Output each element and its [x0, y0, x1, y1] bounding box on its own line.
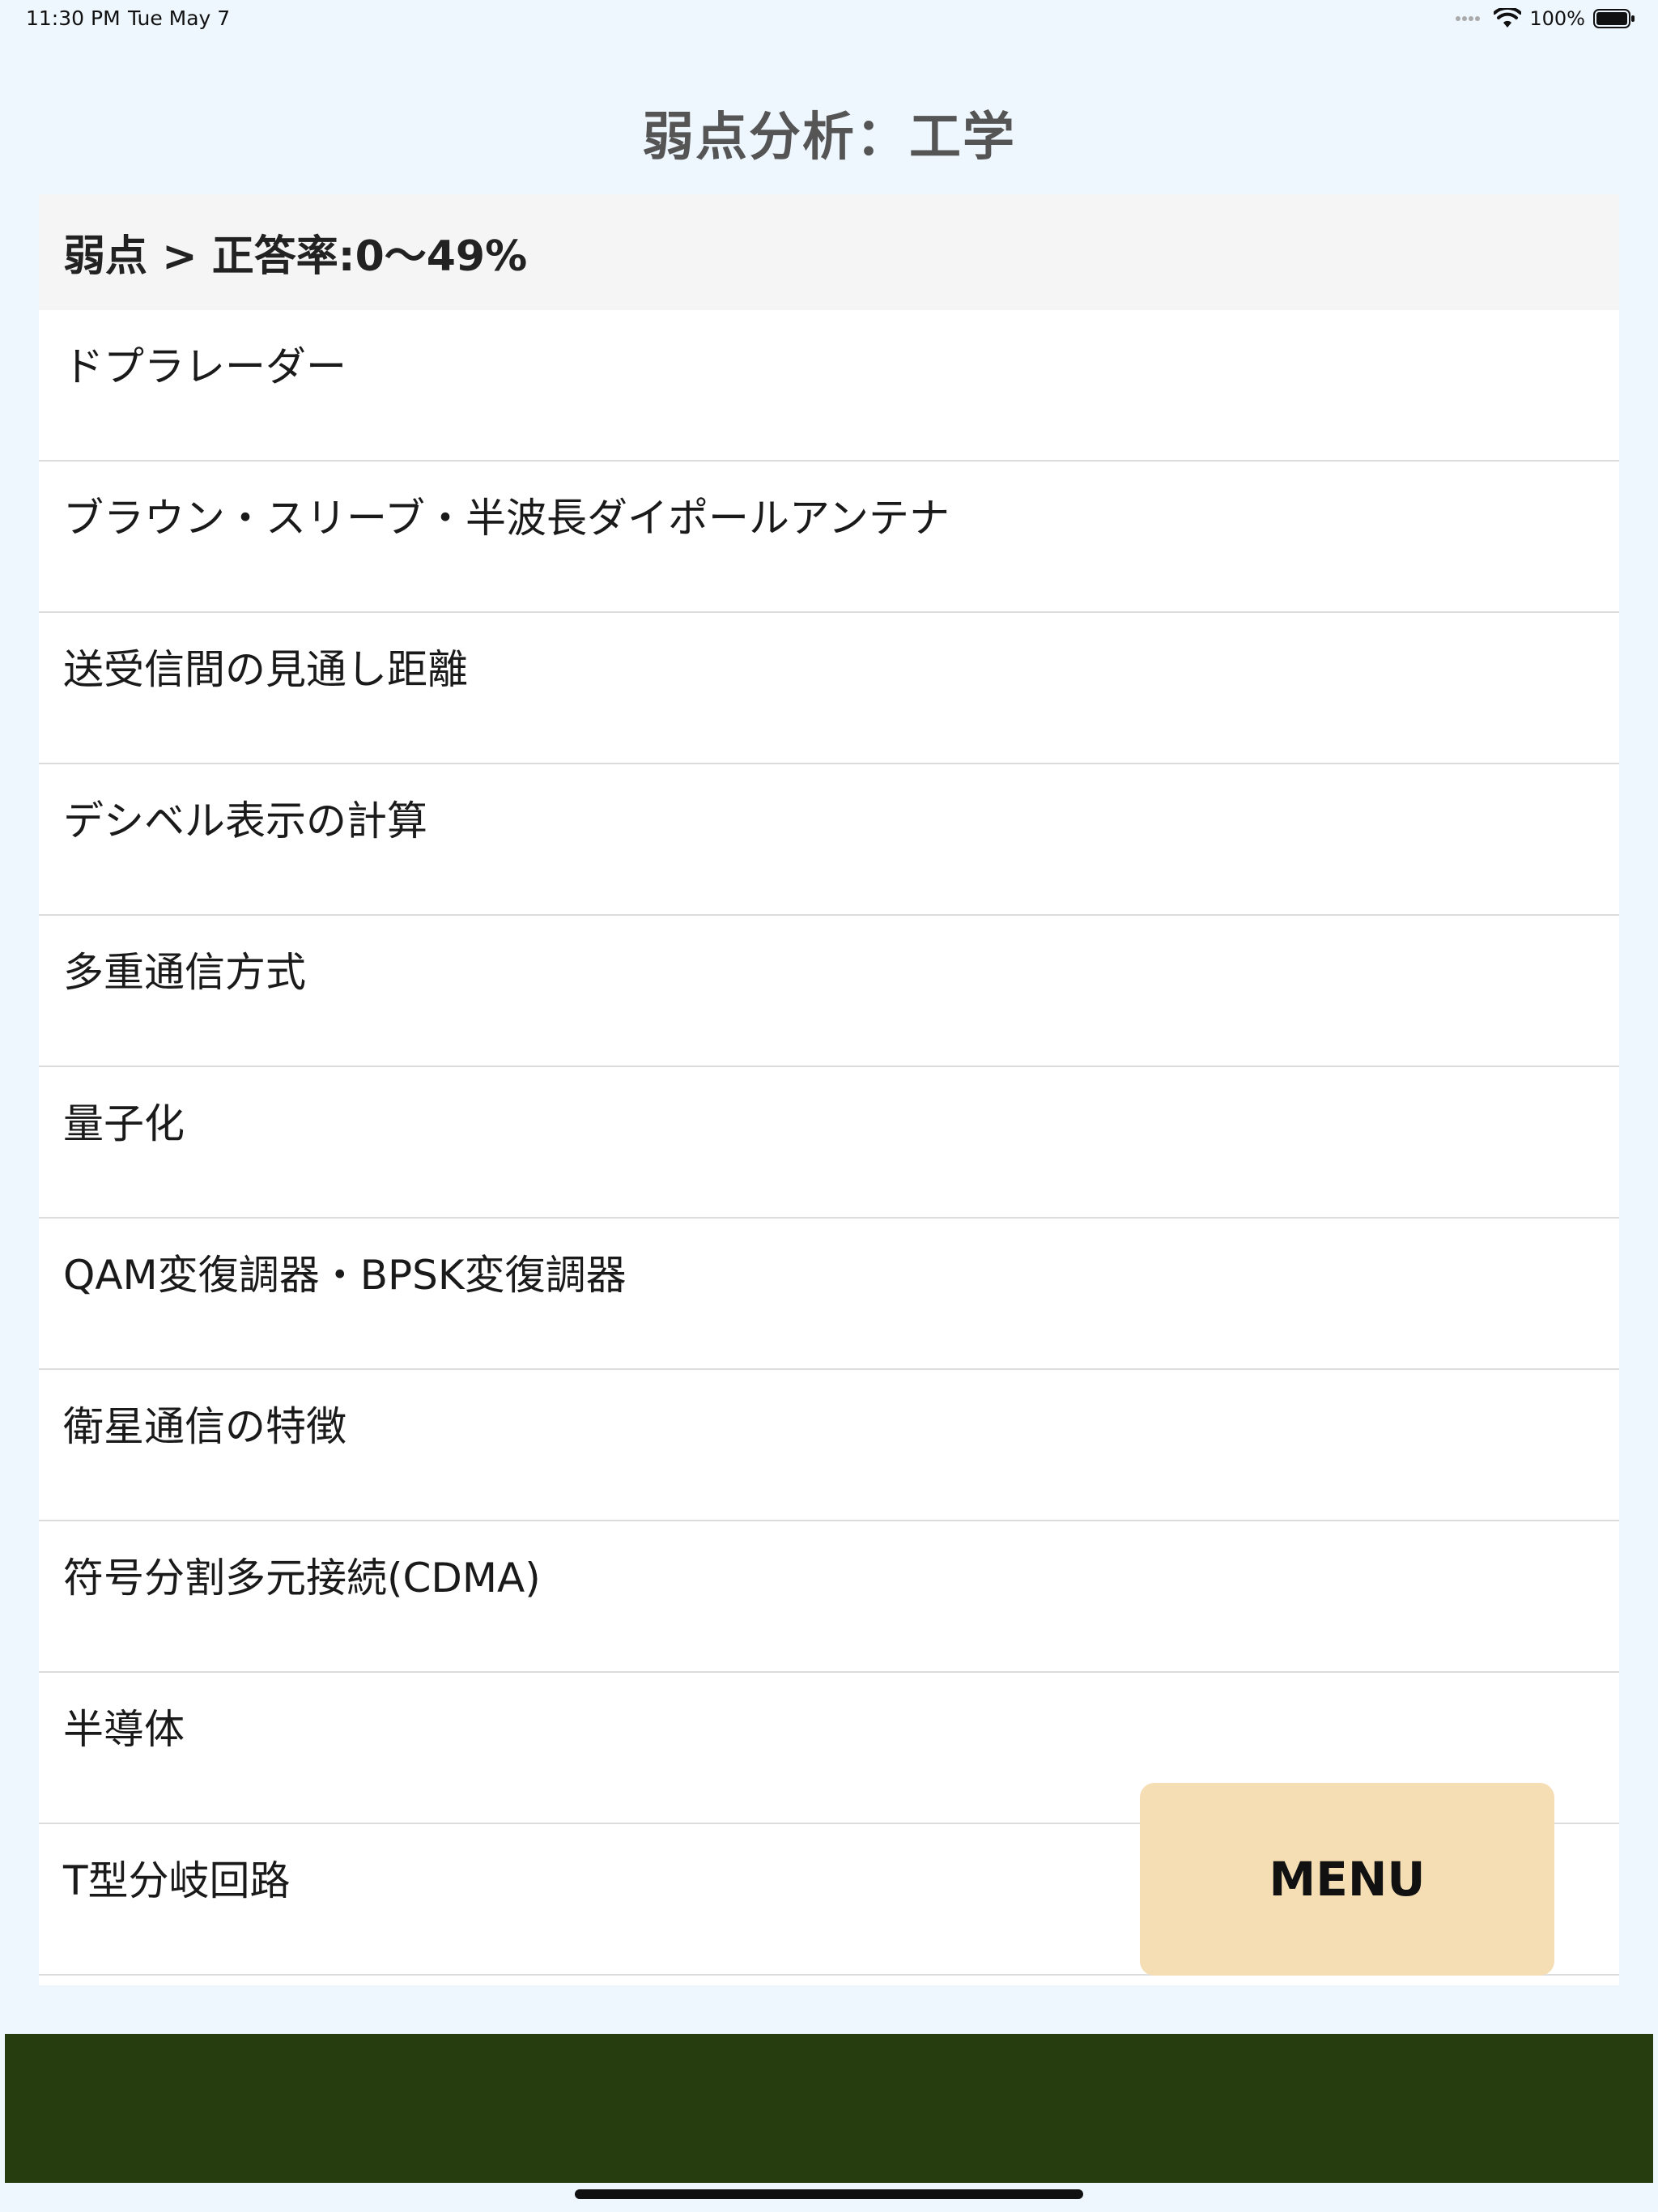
weakness-list: 弱点 > 正答率:0〜49% ドプラレーダー ブラウン・スリーブ・半波長ダイポー…: [39, 194, 1619, 1985]
list-item-label: 送受信間の見通し距離: [63, 646, 468, 693]
home-indicator[interactable]: [575, 2189, 1083, 2199]
battery-percent: 100%: [1529, 7, 1585, 30]
status-time: 11:30 PM: [26, 6, 121, 30]
list-item-label: 半導体: [63, 1706, 185, 1753]
list-item[interactable]: QAM変復調器・BPSK変復調器: [39, 1219, 1619, 1370]
list-item-label: ブラウン・スリーブ・半波長ダイポールアンテナ: [63, 495, 950, 542]
list-item[interactable]: 衛星通信の特徴: [39, 1370, 1619, 1521]
ad-banner[interactable]: [5, 2034, 1653, 2183]
list-item[interactable]: ドプラレーダー: [39, 310, 1619, 462]
signal-dots-icon: [1456, 16, 1481, 21]
status-indicators: 100%: [1455, 5, 1635, 32]
list-item[interactable]: ブラウン・スリーブ・半波長ダイポールアンテナ: [39, 462, 1619, 613]
wifi-icon: [1494, 8, 1522, 28]
status-date: Tue May 7: [128, 6, 231, 30]
list-item[interactable]: 符号分割多元接続(CDMA): [39, 1521, 1619, 1673]
page-title: 弱点分析：工学: [642, 108, 1016, 168]
list-item[interactable]: 送受信間の見通し距離: [39, 613, 1619, 764]
list-item[interactable]: デシベル表示の計算: [39, 764, 1619, 916]
battery-icon: [1593, 9, 1635, 28]
list-item-label: 多重通信方式: [63, 949, 306, 996]
menu-button[interactable]: MENU: [1140, 1783, 1554, 1976]
list-item-label: 符号分割多元接続(CDMA): [63, 1555, 541, 1602]
list-section-header: 弱点 > 正答率:0〜49%: [39, 194, 1619, 310]
list-item[interactable]: 多重通信方式: [39, 916, 1619, 1067]
list-item-label: ドプラレーダー: [63, 343, 346, 390]
list-item-label: 量子化: [63, 1100, 185, 1147]
list-item-label: QAM変復調器・BPSK変復調器: [63, 1252, 627, 1299]
list-item-label: 衛星通信の特徴: [63, 1403, 346, 1450]
status-bar: 11:30 PM Tue May 7 100%: [0, 0, 1658, 39]
list-item[interactable]: 量子化: [39, 1067, 1619, 1219]
list-item-label: デシベル表示の計算: [63, 798, 427, 844]
